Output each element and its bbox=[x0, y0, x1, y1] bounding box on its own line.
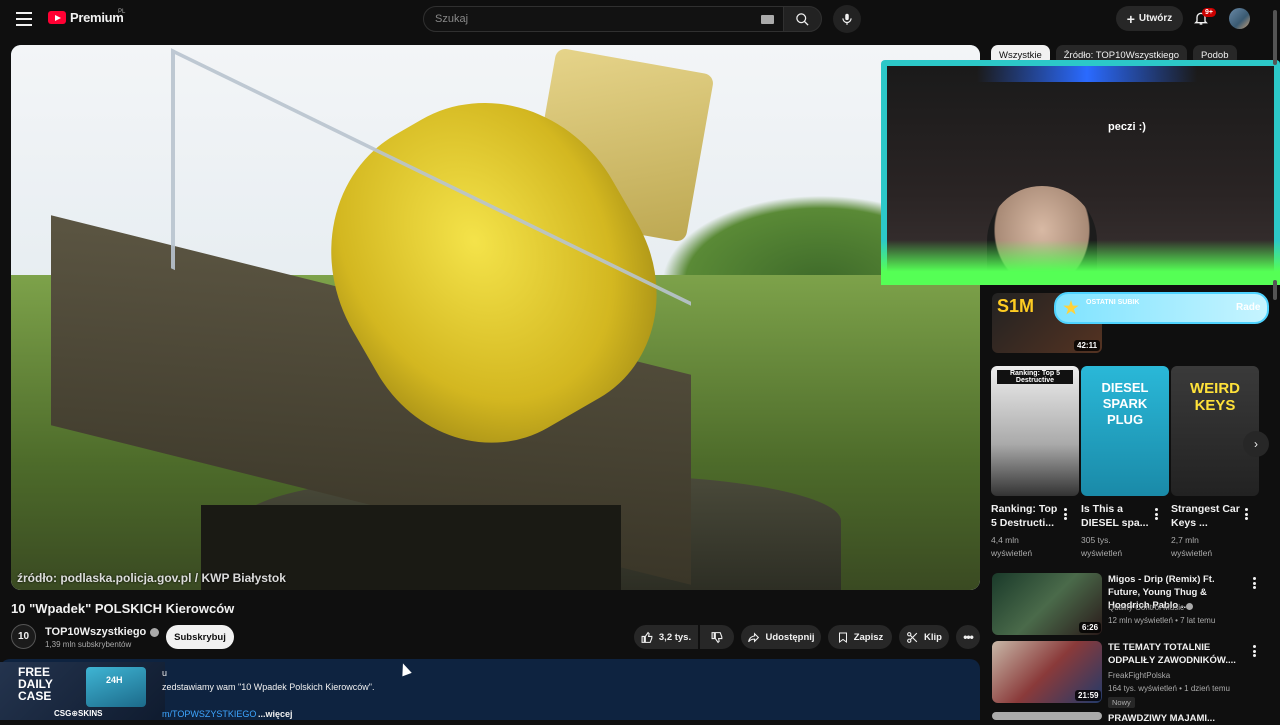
short-menu-icon-2[interactable] bbox=[1245, 508, 1248, 520]
thumbnail-text-s1: S1M bbox=[997, 296, 1035, 316]
short-thumbnail-0[interactable]: Ranking: Top 5 Destructive bbox=[991, 366, 1079, 496]
channel-name-text: TOP10Wszystkiego bbox=[45, 626, 147, 638]
search-button[interactable] bbox=[783, 6, 822, 32]
video-watermark: źródło: podlaska.policja.gov.pl / KWP Bi… bbox=[17, 571, 286, 585]
clip-label: Klip bbox=[924, 631, 942, 643]
duration-badge-0: 42:11 bbox=[1074, 340, 1101, 351]
ad-case-label: 24H bbox=[106, 675, 123, 685]
create-button[interactable]: + Utwórz bbox=[1116, 6, 1183, 31]
bookmark-icon bbox=[838, 632, 847, 643]
short-views-0: 4,4 mln wyświetleń bbox=[991, 535, 1033, 558]
description-link[interactable]: m/TOPWSZYSTKIEGO bbox=[162, 709, 256, 719]
scrollbar-thumb[interactable] bbox=[1273, 10, 1277, 65]
more-actions-button[interactable]: ••• bbox=[956, 625, 980, 649]
description-text: zedstawiamy wam "10 Wpadek Polskich Kier… bbox=[162, 682, 375, 692]
logo-country: PL bbox=[118, 9, 126, 15]
recommendation-title-2[interactable]: TE TEMATY TOTALNIE ODPALIŁY ZAWODNIKÓW..… bbox=[1108, 641, 1248, 667]
shorts-next-button[interactable]: › bbox=[1243, 431, 1269, 457]
recommendation-meta-1: 12 mln wyświetleń • 7 lat temu bbox=[1108, 616, 1216, 625]
youtube-logo[interactable]: Premium bbox=[48, 10, 124, 25]
recommendation-meta-2: 164 tys. wyświetleń • 1 dzień temu bbox=[1108, 684, 1230, 693]
more-horizontal-icon: ••• bbox=[963, 630, 974, 644]
voice-search-button[interactable] bbox=[833, 5, 861, 33]
save-label: Zapisz bbox=[853, 631, 884, 643]
webcam-light bbox=[977, 66, 1197, 82]
search-input[interactable]: Szukaj bbox=[423, 6, 785, 32]
thumbs-up-icon bbox=[641, 631, 653, 643]
ad-case-image: 24H bbox=[86, 667, 146, 707]
short-menu-icon-0[interactable] bbox=[1064, 508, 1067, 520]
subscriber-alert-title: OSTATNI SUBIK bbox=[1086, 299, 1140, 306]
duration-badge-2: 21:59 bbox=[1075, 690, 1102, 701]
short-thumbnail-2[interactable]: WEIRD KEYS bbox=[1171, 366, 1259, 496]
short-thumbnail-text-1: DIESEL SPARK PLUG bbox=[1101, 380, 1149, 427]
short-views-1: 305 tys. wyświetleń bbox=[1081, 535, 1123, 558]
short-title-2[interactable]: Strangest Car Keys ... bbox=[1171, 502, 1245, 530]
video-player[interactable]: źródło: podlaska.policja.gov.pl / KWP Bi… bbox=[11, 45, 980, 590]
account-avatar[interactable] bbox=[1229, 8, 1250, 29]
keyboard-icon[interactable] bbox=[761, 15, 774, 24]
ad-brand: CSG⊕SKINS bbox=[54, 709, 103, 718]
dislike-button[interactable] bbox=[700, 625, 734, 649]
channel-avatar[interactable]: 10 bbox=[11, 624, 36, 649]
recommendation-channel-2[interactable]: FreakFightPolska bbox=[1108, 671, 1170, 680]
ad-headline: FREE DAILY CASE bbox=[18, 665, 53, 703]
channel-name[interactable]: TOP10Wszystkiego bbox=[45, 626, 160, 638]
notifications-badge: 9+ bbox=[1202, 8, 1216, 17]
plus-icon: + bbox=[1126, 10, 1135, 27]
short-title-1[interactable]: Is This a DIESEL spa... bbox=[1081, 502, 1155, 530]
duration-badge-1: 6:26 bbox=[1079, 622, 1102, 633]
recommendation-title-3[interactable]: PRAWDZIWY MAJAMI... bbox=[1108, 712, 1248, 725]
description-first-line: u bbox=[162, 668, 168, 678]
short-menu-icon-1[interactable] bbox=[1155, 508, 1158, 520]
recommendation-channel-1[interactable]: Quality Control Music bbox=[1108, 603, 1194, 612]
recommendation-menu-icon-1[interactable] bbox=[1253, 577, 1256, 589]
webcam-text: peczi :) bbox=[1108, 121, 1146, 133]
logo-text: Premium bbox=[70, 10, 124, 25]
menu-icon[interactable] bbox=[16, 12, 32, 26]
chevron-right-icon: › bbox=[1254, 437, 1258, 451]
webcam-green-border bbox=[881, 240, 1280, 285]
subscriber-alert-name: Rade bbox=[1236, 302, 1261, 313]
microphone-icon bbox=[842, 13, 852, 25]
clip-button[interactable]: Klip bbox=[899, 625, 949, 649]
like-count: 3,2 tys. bbox=[658, 631, 692, 643]
save-button[interactable]: Zapisz bbox=[828, 625, 892, 649]
share-label: Udostępnij bbox=[765, 631, 815, 643]
short-thumbnail-text-2: WEIRD KEYS bbox=[1190, 380, 1240, 414]
verified-icon bbox=[150, 627, 160, 637]
video-title: 10 "Wpadek" POLSKICH Kierowców bbox=[11, 601, 235, 616]
subscriber-count: 1,39 mln subskrybentów bbox=[45, 640, 132, 649]
thumbs-down-icon bbox=[711, 631, 722, 643]
description-more-button[interactable]: ...więcej bbox=[258, 709, 293, 719]
scissors-icon bbox=[907, 631, 918, 643]
like-button[interactable]: 3,2 tys. bbox=[634, 625, 698, 649]
recommendation-menu-icon-2[interactable] bbox=[1253, 645, 1256, 657]
recommendation-thumbnail-3[interactable] bbox=[992, 712, 1102, 720]
search-placeholder: Szukaj bbox=[435, 13, 469, 25]
youtube-play-icon bbox=[48, 11, 66, 24]
share-button[interactable]: Udostępnij bbox=[741, 625, 821, 649]
scrollbar-thumb-secondary[interactable] bbox=[1273, 280, 1277, 300]
short-title-0[interactable]: Ranking: Top 5 Destructi... bbox=[991, 502, 1065, 530]
create-label: Utwórz bbox=[1138, 13, 1173, 24]
new-badge: Nowy bbox=[1108, 697, 1135, 708]
top-bar: Premium PL Szukaj + Utwórz 9+ bbox=[0, 0, 1280, 38]
search-icon bbox=[796, 12, 809, 26]
subscribe-button[interactable]: Subskrybuj bbox=[166, 625, 234, 649]
short-thumbnail-1[interactable]: DIESEL SPARK PLUG bbox=[1081, 366, 1169, 496]
share-icon bbox=[748, 631, 760, 643]
short-thumbnail-text-0: Ranking: Top 5 Destructive bbox=[997, 370, 1073, 384]
short-views-2: 2,7 mln wyświetleń bbox=[1171, 535, 1213, 558]
verified-icon bbox=[1186, 603, 1194, 610]
